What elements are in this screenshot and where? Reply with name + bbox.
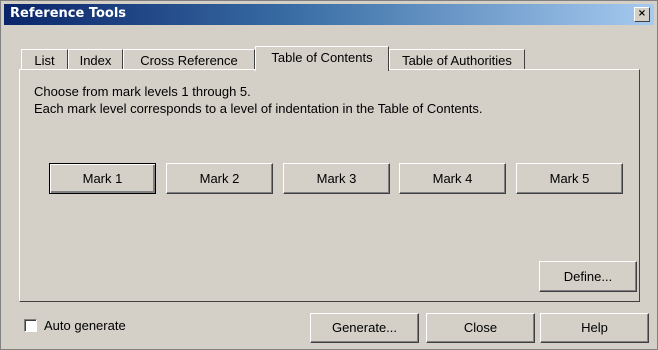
window-title: Reference Tools xyxy=(10,6,127,21)
mark-4-button[interactable]: Mark 4 xyxy=(399,163,506,194)
mark-5-button[interactable]: Mark 5 xyxy=(516,163,623,194)
table-of-contents-panel: Choose from mark levels 1 through 5. Eac… xyxy=(19,69,640,302)
tab-table-of-contents[interactable]: Table of Contents xyxy=(255,46,389,71)
define-button[interactable]: Define... xyxy=(539,261,637,292)
instructions-line-2: Each mark level corresponds to a level o… xyxy=(34,101,483,116)
generate-button[interactable]: Generate... xyxy=(310,313,419,343)
auto-generate-checkbox[interactable] xyxy=(24,319,37,332)
tab-list[interactable]: List xyxy=(21,49,68,70)
instructions-line-1: Choose from mark levels 1 through 5. xyxy=(34,84,251,99)
auto-generate-label[interactable]: Auto generate xyxy=(44,318,126,333)
mark-2-button[interactable]: Mark 2 xyxy=(166,163,273,194)
mark-1-button[interactable]: Mark 1 xyxy=(49,163,156,194)
tab-index[interactable]: Index xyxy=(68,49,123,70)
instructions-text: Choose from mark levels 1 through 5. Eac… xyxy=(34,83,483,117)
title-bar[interactable]: Reference Tools × xyxy=(4,4,654,25)
tab-cross-reference[interactable]: Cross Reference xyxy=(123,49,255,70)
tab-table-of-authorities[interactable]: Table of Authorities xyxy=(389,49,525,70)
close-icon[interactable]: × xyxy=(634,7,650,22)
close-button[interactable]: Close xyxy=(426,313,535,343)
help-button[interactable]: Help xyxy=(540,313,649,343)
mark-3-button[interactable]: Mark 3 xyxy=(283,163,390,194)
